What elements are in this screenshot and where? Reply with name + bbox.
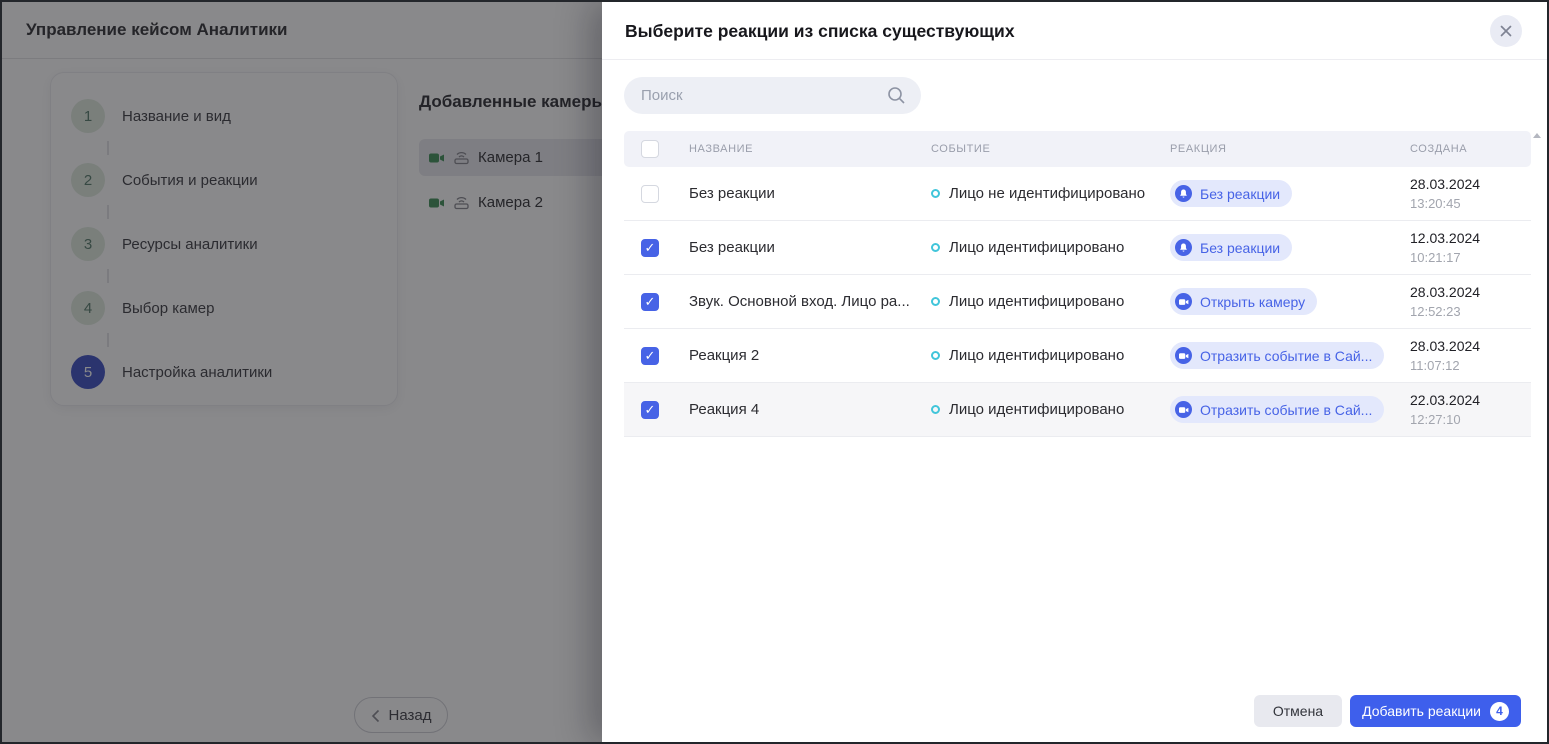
- reaction-name: Без реакции: [689, 185, 931, 202]
- reaction-name: Без реакции: [689, 239, 931, 256]
- table-row[interactable]: Реакция 2 Лицо идентифицировано: [624, 329, 1531, 383]
- reaction-badge: Без реакции: [1170, 234, 1292, 261]
- reaction-badge: Открыть камеру: [1170, 288, 1317, 315]
- reaction-name: Звук. Основной вход. Лицо ра...: [689, 293, 931, 310]
- reaction-name: Реакция 4: [689, 401, 931, 418]
- reaction-badge-label: Без реакции: [1200, 240, 1280, 256]
- event-cell: Лицо идентифицировано: [931, 401, 1170, 418]
- created-date: 28.03.2024: [1410, 174, 1531, 194]
- reactions-table: НАЗВАНИЕ СОБЫТИЕ РЕАКЦИЯ СОЗДАНА Без реа…: [624, 131, 1531, 437]
- reaction-badge-label: Отразить событие в Сай...: [1200, 348, 1372, 364]
- event-cell: Лицо идентифицировано: [931, 239, 1170, 256]
- event-status-icon: [931, 297, 940, 306]
- table-row[interactable]: Без реакции Лицо не идентифицировано: [624, 167, 1531, 221]
- column-header-created: СОЗДАНА: [1410, 143, 1531, 155]
- add-reactions-button[interactable]: Добавить реакции 4: [1350, 695, 1521, 727]
- reaction-badge: Отразить событие в Сай...: [1170, 342, 1384, 369]
- camera-icon: [1175, 293, 1192, 310]
- modal-footer: Отмена Добавить реакции 4: [1254, 695, 1521, 727]
- search-field: [624, 77, 921, 114]
- created-date: 22.03.2024: [1410, 390, 1531, 410]
- event-label: Лицо не идентифицировано: [949, 185, 1145, 202]
- table-row[interactable]: Реакция 4 Лицо идентифицировано: [624, 383, 1531, 437]
- bell-icon: [1175, 185, 1192, 202]
- selected-count-badge: 4: [1490, 702, 1509, 721]
- table-body: Без реакции Лицо не идентифицировано: [624, 167, 1531, 437]
- reaction-badge: Без реакции: [1170, 180, 1292, 207]
- reaction-badge-label: Без реакции: [1200, 186, 1280, 202]
- event-cell: Лицо идентифицировано: [931, 293, 1170, 310]
- created-cell: 28.03.2024 11:07:12: [1410, 336, 1531, 376]
- add-reactions-label: Добавить реакции: [1362, 703, 1481, 719]
- created-date: 12.03.2024: [1410, 228, 1531, 248]
- modal-header: Выберите реакции из списка существующих: [602, 2, 1547, 60]
- modal-title: Выберите реакции из списка существующих: [602, 2, 1547, 60]
- scrollbar-up-arrow[interactable]: [1533, 133, 1541, 138]
- camera-icon: [1175, 347, 1192, 364]
- created-time: 12:52:23: [1410, 302, 1531, 322]
- created-cell: 12.03.2024 10:21:17: [1410, 228, 1531, 268]
- table-header-row: НАЗВАНИЕ СОБЫТИЕ РЕАКЦИЯ СОЗДАНА: [624, 131, 1531, 167]
- event-status-icon: [931, 405, 940, 414]
- created-date: 28.03.2024: [1410, 282, 1531, 302]
- created-cell: 22.03.2024 12:27:10: [1410, 390, 1531, 430]
- created-time: 10:21:17: [1410, 248, 1531, 268]
- column-header-reaction: РЕАКЦИЯ: [1170, 143, 1410, 155]
- screen: Управление кейсом Аналитики 1 Название и…: [0, 0, 1549, 744]
- select-all-checkbox[interactable]: [641, 140, 659, 158]
- reaction-cell: Отразить событие в Сай...: [1170, 396, 1410, 423]
- table-row[interactable]: Звук. Основной вход. Лицо ра... Лицо иде…: [624, 275, 1531, 329]
- reaction-cell: Без реакции: [1170, 234, 1410, 261]
- event-cell: Лицо идентифицировано: [931, 347, 1170, 364]
- column-header-name: НАЗВАНИЕ: [689, 143, 931, 155]
- row-checkbox[interactable]: [641, 401, 659, 419]
- event-status-icon: [931, 351, 940, 360]
- event-status-icon: [931, 243, 940, 252]
- reaction-badge-label: Отразить событие в Сай...: [1200, 402, 1372, 418]
- camera-icon: [1175, 401, 1192, 418]
- event-label: Лицо идентифицировано: [949, 293, 1124, 310]
- created-time: 12:27:10: [1410, 410, 1531, 430]
- table-row[interactable]: Без реакции Лицо идентифицировано: [624, 221, 1531, 275]
- created-date: 28.03.2024: [1410, 336, 1531, 356]
- select-reactions-modal: Выберите реакции из списка существующих …: [602, 2, 1547, 742]
- close-icon: [1500, 25, 1512, 37]
- search-input[interactable]: [624, 77, 921, 114]
- event-label: Лицо идентифицировано: [949, 347, 1124, 364]
- reaction-cell: Без реакции: [1170, 180, 1410, 207]
- search-icon: [887, 86, 906, 110]
- row-checkbox[interactable]: [641, 185, 659, 203]
- reaction-name: Реакция 2: [689, 347, 931, 364]
- row-checkbox[interactable]: [641, 239, 659, 257]
- modal-overlay[interactable]: [2, 2, 602, 744]
- column-header-event: СОБЫТИЕ: [931, 143, 1170, 155]
- reaction-cell: Отразить событие в Сай...: [1170, 342, 1410, 369]
- event-label: Лицо идентифицировано: [949, 239, 1124, 256]
- created-time: 11:07:12: [1410, 356, 1531, 376]
- modal-body: НАЗВАНИЕ СОБЫТИЕ РЕАКЦИЯ СОЗДАНА Без реа…: [602, 60, 1547, 437]
- row-checkbox[interactable]: [641, 347, 659, 365]
- created-time: 13:20:45: [1410, 194, 1531, 214]
- event-label: Лицо идентифицировано: [949, 401, 1124, 418]
- cancel-button[interactable]: Отмена: [1254, 695, 1342, 727]
- created-cell: 28.03.2024 13:20:45: [1410, 174, 1531, 214]
- reaction-badge: Отразить событие в Сай...: [1170, 396, 1384, 423]
- close-button[interactable]: [1490, 15, 1522, 47]
- row-checkbox[interactable]: [641, 293, 659, 311]
- reaction-badge-label: Открыть камеру: [1200, 294, 1305, 310]
- reaction-cell: Открыть камеру: [1170, 288, 1410, 315]
- bell-icon: [1175, 239, 1192, 256]
- event-status-icon: [931, 189, 940, 198]
- created-cell: 28.03.2024 12:52:23: [1410, 282, 1531, 322]
- event-cell: Лицо не идентифицировано: [931, 185, 1170, 202]
